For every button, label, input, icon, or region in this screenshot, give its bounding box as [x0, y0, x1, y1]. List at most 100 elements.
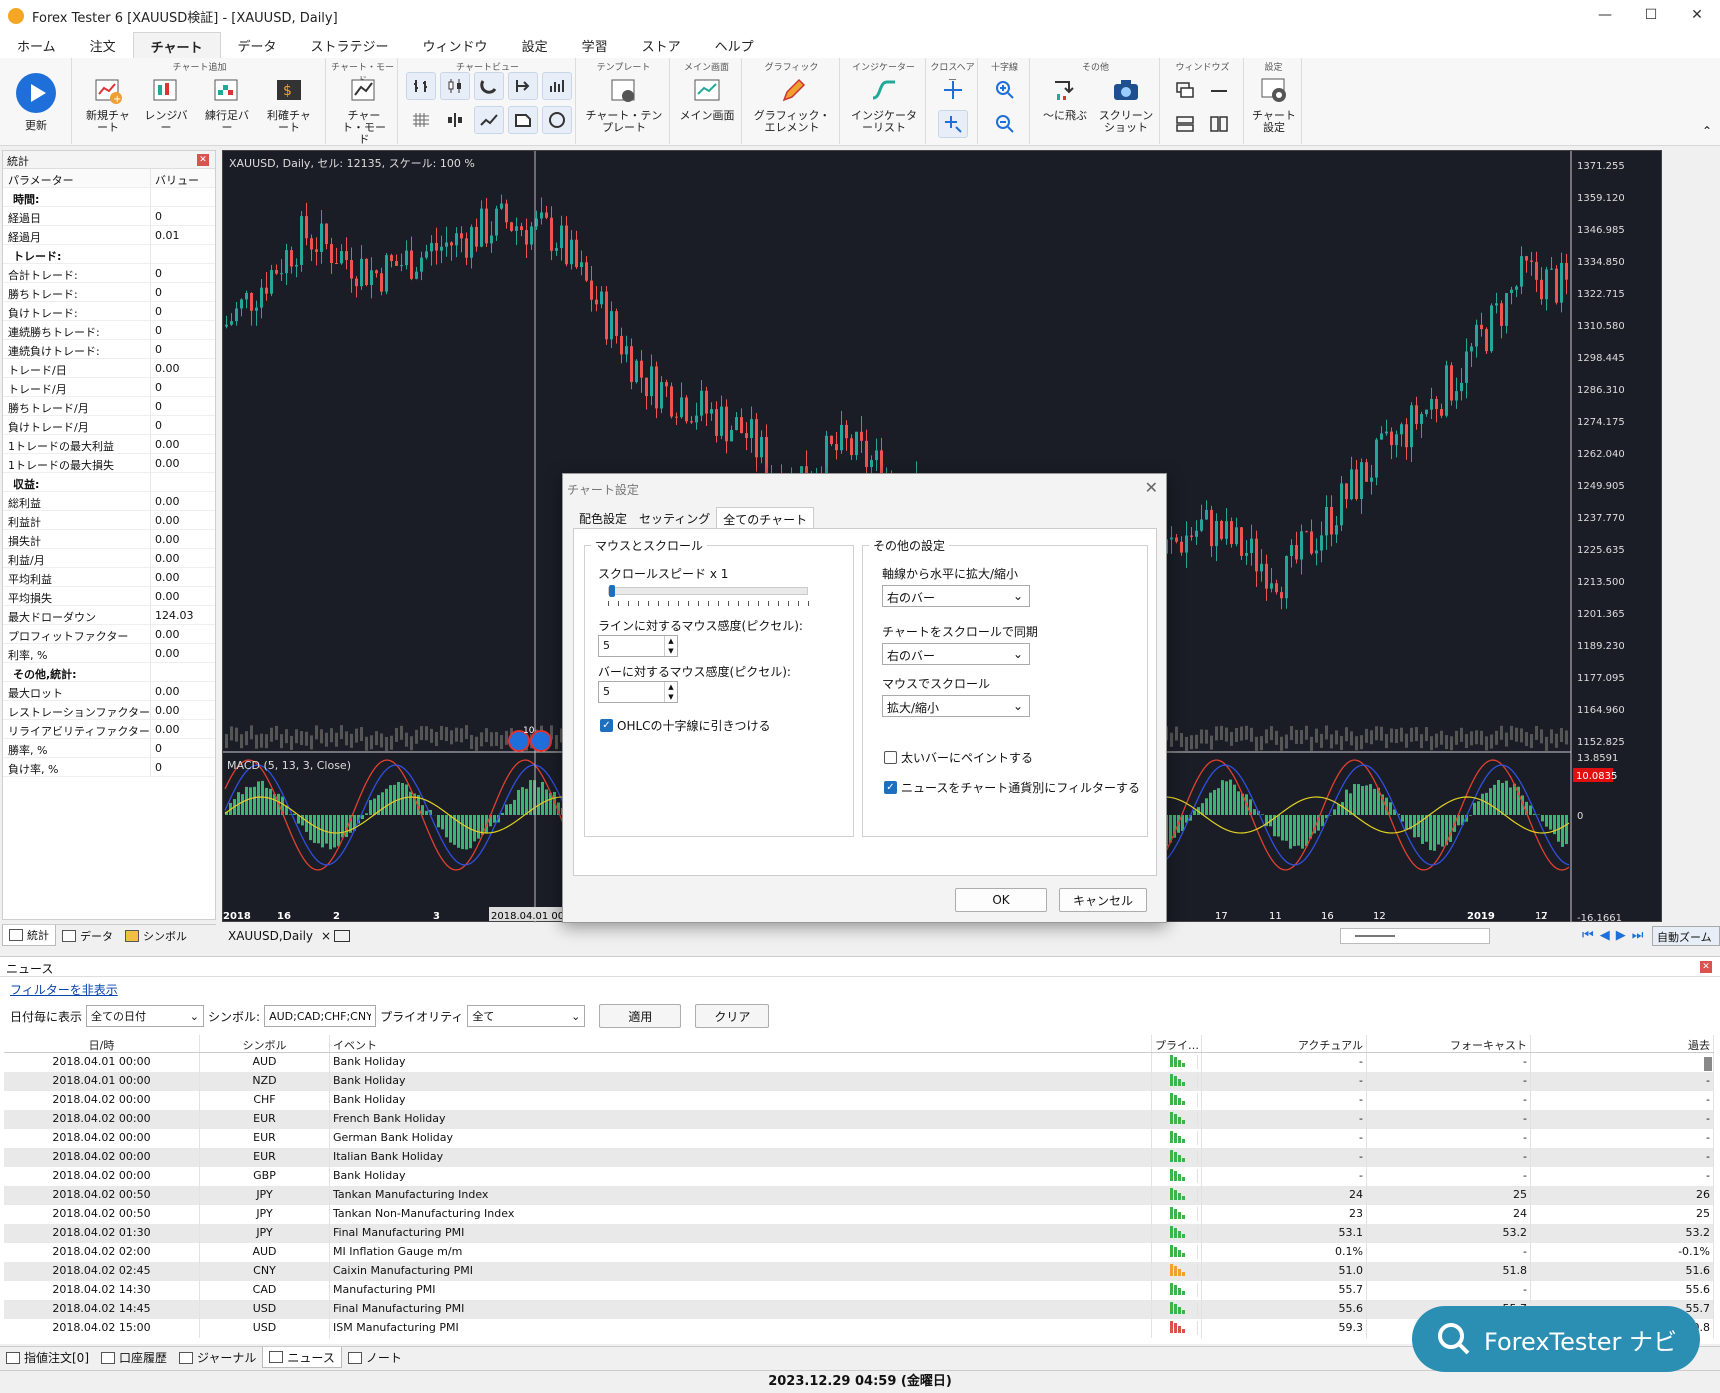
tile-horizontal-button[interactable] [1170, 110, 1200, 138]
goto-button[interactable]: 〜に飛ぶ [1038, 76, 1092, 122]
chart-settings-button[interactable]: チャート設定 [1250, 76, 1298, 134]
table-row[interactable]: 2018.04.02 00:00EURFrench Bank Holiday--… [4, 1110, 1714, 1129]
hide-filter-link[interactable]: フィルターを非表示 [0, 977, 1720, 999]
grid-button[interactable] [406, 106, 436, 134]
close-tab-icon[interactable]: × [321, 929, 331, 943]
auto-zoom-button[interactable]: 自動ズーム [1652, 926, 1720, 946]
tab-news[interactable]: ニュース [262, 1347, 341, 1368]
minimize-all-button[interactable] [1204, 76, 1234, 104]
cascade-button[interactable] [1170, 76, 1200, 104]
period-sep-button[interactable] [440, 106, 470, 134]
table-row[interactable]: 2018.04.02 00:50JPYTankan Non-Manufactur… [4, 1205, 1714, 1224]
thick-bars-checkbox[interactable]: 太いバーにペイントする [884, 749, 1033, 766]
tab-symbols[interactable]: シンボル [119, 925, 193, 946]
tab-all-charts[interactable]: 全てのチャート [716, 507, 814, 529]
sync-scroll-select[interactable]: 右のバー⌄ [882, 643, 1030, 665]
tile-vertical-button[interactable] [1204, 110, 1234, 138]
dialog-close-icon[interactable]: ✕ [1145, 478, 1158, 497]
stepper-arrows-icon[interactable]: ▲▼ [664, 682, 677, 702]
menu-learn[interactable]: 学習 [565, 32, 625, 58]
close-news-icon[interactable]: ✕ [1700, 961, 1712, 973]
menu-chart[interactable]: チャート [133, 32, 221, 58]
tab-notes[interactable]: ノート [342, 1347, 408, 1368]
forextester-navi-button[interactable]: ForexTester ナビ [1412, 1306, 1700, 1372]
cancel-button[interactable]: キャンセル [1059, 888, 1147, 912]
update-button[interactable]: 更新 [12, 72, 60, 132]
table-row[interactable]: 2018.04.01 00:00NZDBank Holiday--- [4, 1072, 1714, 1091]
date-filter-select[interactable]: 全ての日付⌄ [86, 1005, 204, 1027]
collapse-ribbon-icon[interactable]: ⌃ [1702, 124, 1712, 138]
tab-pending-orders[interactable]: 指値注文[0] [0, 1347, 95, 1368]
chart-tab[interactable]: XAUUSD,Daily × [228, 929, 331, 943]
table-row[interactable]: 2018.04.02 01:30JPYFinal Manufacturing P… [4, 1224, 1714, 1243]
new-chart-button[interactable]: + 新規チャート [86, 76, 130, 134]
menu-store[interactable]: ストア [625, 32, 698, 58]
graphic-element-button[interactable]: グラフィック・エレメント [750, 76, 834, 134]
tab-data[interactable]: データ [56, 925, 119, 946]
zoom-axis-select[interactable]: 右のバー⌄ [882, 585, 1030, 607]
tab-colors[interactable]: 配色設定 [573, 507, 633, 529]
maximize-button[interactable]: ☐ [1628, 0, 1674, 32]
stepper-arrows-icon[interactable]: ▲▼ [664, 636, 677, 656]
bar-sensitivity-stepper[interactable]: 5▲▼ [598, 681, 678, 703]
shift-chart-button[interactable] [508, 72, 538, 100]
slider-thumb[interactable] [609, 585, 615, 597]
indicator-list-button[interactable]: インジケーターリスト [848, 76, 920, 134]
profit-chart-button[interactable]: $ 利確チャート [264, 76, 314, 134]
table-row[interactable]: 2018.04.02 02:00AUDMI Inflation Gauge m/… [4, 1243, 1714, 1262]
chart-scrollbar[interactable] [1340, 928, 1490, 944]
menu-strategy[interactable]: ストラテジー [294, 32, 406, 58]
menu-home[interactable]: ホーム [0, 32, 73, 58]
table-row[interactable]: 2018.04.02 02:45CNYCaixin Manufacturing … [4, 1262, 1714, 1281]
chart-mode-button[interactable]: チャート・モード [338, 76, 390, 146]
menu-settings[interactable]: 設定 [505, 32, 565, 58]
symbol-filter-input[interactable]: AUD;CAD;CHF;CNY [264, 1005, 376, 1027]
tab-stats[interactable]: 統計 [2, 925, 56, 946]
mouse-scroll-select[interactable]: 拡大/縮小⌄ [882, 695, 1030, 717]
area-chart-button[interactable] [508, 106, 538, 134]
menu-order[interactable]: 注文 [73, 32, 133, 58]
priority-filter-select[interactable]: 全て⌄ [467, 1005, 585, 1027]
table-row[interactable]: 2018.04.02 00:00EURGerman Bank Holiday--… [4, 1129, 1714, 1148]
menu-help[interactable]: ヘルプ [698, 32, 771, 58]
new-window-icon[interactable] [334, 930, 350, 942]
ok-button[interactable]: OK [955, 888, 1047, 912]
crosshair-button[interactable] [938, 76, 968, 104]
magnet-button[interactable] [474, 72, 504, 100]
zoom-out-button[interactable] [990, 110, 1020, 138]
zoom-in-button[interactable] [990, 76, 1020, 104]
table-row[interactable]: 2018.04.02 00:00EURItalian Bank Holiday-… [4, 1148, 1714, 1167]
line-chart-button[interactable] [474, 106, 504, 134]
news-scrollbar[interactable] [1704, 1057, 1712, 1071]
menu-data[interactable]: データ [221, 32, 294, 58]
line-sensitivity-stepper[interactable]: 5▲▼ [598, 635, 678, 657]
tab-journal[interactable]: ジャーナル [173, 1347, 262, 1368]
chart-template-button[interactable]: チャート・テンプレート [584, 76, 664, 134]
screenshot-button[interactable]: スクリーンショット [1096, 76, 1156, 134]
nav-arrows-icon[interactable]: ⏮◀▶⏭ [1582, 928, 1649, 943]
filter-news-checkbox[interactable]: ✓ニュースをチャート通貨別にフィルターする [884, 779, 1140, 796]
table-row[interactable]: 2018.04.02 14:30CADManufacturing PMI55.7… [4, 1281, 1714, 1300]
bar-chart-view-button[interactable] [406, 72, 436, 100]
minimize-button[interactable]: — [1582, 0, 1628, 32]
volume-button[interactable] [542, 72, 572, 100]
menu-window[interactable]: ウィンドウ [406, 32, 505, 58]
chart-info-button[interactable] [542, 106, 572, 134]
main-screen-button[interactable]: メイン画面 [676, 76, 738, 122]
range-bar-button[interactable]: レンジバー [144, 76, 188, 134]
table-row[interactable]: 2018.04.02 00:00GBPBank Holiday--- [4, 1167, 1714, 1186]
tab-account-history[interactable]: 口座履歴 [95, 1347, 173, 1368]
close-stats-icon[interactable]: ✕ [197, 154, 209, 166]
renko-button[interactable]: 練行足バー [202, 76, 252, 134]
scroll-speed-slider[interactable] [608, 587, 808, 595]
clear-button[interactable]: クリア [695, 1004, 769, 1028]
apply-button[interactable]: 適用 [599, 1004, 681, 1028]
table-row[interactable]: 2018.04.02 00:50JPYTankan Manufacturing … [4, 1186, 1714, 1205]
crosshair-measure-button[interactable] [938, 110, 968, 138]
ohlc-snap-checkbox[interactable]: ✓OHLCの十字線に引きつける [600, 717, 771, 734]
candle-view-button[interactable] [440, 72, 470, 100]
tab-setting[interactable]: セッティング [633, 507, 716, 529]
table-row[interactable]: 2018.04.01 00:00AUDBank Holiday--- [4, 1053, 1714, 1072]
close-button[interactable]: ✕ [1674, 0, 1720, 32]
table-row[interactable]: 2018.04.02 00:00CHFBank Holiday--- [4, 1091, 1714, 1110]
